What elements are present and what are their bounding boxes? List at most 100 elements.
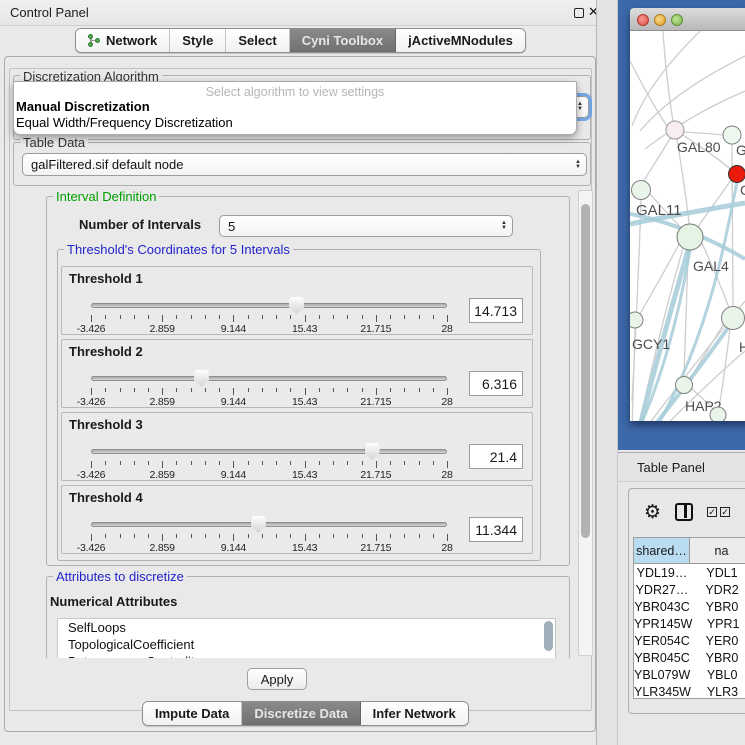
column-header-shared-name[interactable]: shared… [634, 538, 690, 563]
slider-track[interactable] [91, 376, 447, 381]
bottom-tab-bar: Impute Data Discretize Data Infer Networ… [142, 701, 469, 726]
table-row[interactable]: YPR145WYPR1 [634, 615, 745, 632]
table-row[interactable]: YDR27…YDR2 [634, 581, 745, 598]
tab-jactivemnodules[interactable]: jActiveMNodules [396, 29, 525, 52]
list-scrollbar[interactable] [544, 621, 553, 651]
dropdown-item-manual-discretization[interactable]: Manual Discretization [14, 99, 576, 115]
tick-mark [347, 315, 348, 319]
slider-thumb[interactable] [289, 297, 304, 314]
attribute-list-item[interactable]: TopologicalCoefficient [58, 636, 555, 653]
table-row[interactable]: YLR345WYLR3 [634, 683, 745, 699]
tick-mark [276, 315, 277, 319]
checkbox-icon[interactable]: ✓ [707, 507, 717, 517]
network-canvas[interactable]: GAL80GACGAL11GAL4GCY1HHAP2 [630, 31, 745, 421]
slider-thumb[interactable] [251, 516, 266, 533]
tick-mark [219, 534, 220, 538]
cell-shared-name[interactable]: YBL079W [634, 666, 690, 683]
tab-cyni-toolbox[interactable]: Cyni Toolbox [290, 29, 396, 52]
tick-mark [376, 315, 377, 322]
network-node[interactable] [729, 166, 745, 183]
network-edge[interactable] [684, 132, 723, 135]
cell-shared-name[interactable]: YPR145W [634, 615, 692, 632]
minimize-traffic-light-icon[interactable] [654, 14, 666, 26]
gear-icon[interactable]: ⚙ [644, 501, 661, 524]
table-row[interactable]: YDL19…YDL1 [634, 564, 745, 581]
table-row[interactable]: YBR043CYBR0 [634, 598, 745, 615]
close-traffic-light-icon[interactable] [637, 14, 649, 26]
slider-thumb[interactable] [194, 370, 209, 387]
network-edge[interactable] [644, 137, 671, 181]
tick-mark [134, 388, 135, 392]
tab-select[interactable]: Select [226, 29, 289, 52]
cell-name[interactable]: YBR0 [690, 598, 745, 615]
float-window-icon[interactable] [574, 8, 584, 18]
network-node[interactable] [632, 181, 651, 200]
table-row[interactable]: YBR045CYBR0 [634, 649, 745, 666]
column-header-name[interactable]: na [690, 538, 745, 563]
cell-shared-name[interactable]: YLR345W [634, 683, 691, 699]
zoom-traffic-light-icon[interactable] [671, 14, 683, 26]
panel-divider[interactable] [596, 0, 618, 745]
cell-name[interactable]: YPR1 [692, 615, 745, 632]
threshold-value-field[interactable]: 21.4 [469, 444, 523, 469]
checkbox-icon[interactable]: ✓ [720, 507, 730, 517]
tick-label: 15.43 [280, 469, 330, 481]
cell-shared-name[interactable]: YER054C [634, 632, 690, 649]
tick-mark [376, 388, 377, 395]
network-node[interactable] [722, 307, 745, 330]
slider-thumb[interactable] [365, 443, 380, 460]
tick-mark [176, 388, 177, 392]
columns-icon[interactable] [675, 503, 693, 521]
slider-track[interactable] [91, 303, 447, 308]
number-of-intervals-combobox[interactable]: 5 ▲▼ [219, 215, 513, 237]
network-edge[interactable] [640, 56, 745, 131]
network-view-window[interactable]: GAL80GACGAL11GAL4GCY1HHAP2 [630, 8, 745, 421]
cell-shared-name[interactable]: YDR27… [634, 581, 690, 598]
table-row[interactable]: YBL079WYBL0 [634, 666, 745, 683]
network-edge[interactable] [632, 31, 700, 126]
tick-mark [447, 461, 448, 468]
network-node[interactable] [677, 224, 703, 250]
cell-name[interactable]: YLR3 [691, 683, 745, 699]
cell-name[interactable]: YER0 [690, 632, 745, 649]
cell-name[interactable]: YBR0 [690, 649, 745, 666]
network-window-titlebar[interactable] [630, 8, 745, 31]
node-table: shared… na YDL19…YDL1YDR27…YDR2YBR043CYB… [633, 537, 745, 699]
network-node[interactable] [630, 312, 643, 328]
table-row[interactable]: YER054CYER0 [634, 632, 745, 649]
cell-shared-name[interactable]: YDL19… [634, 564, 690, 581]
tab-network[interactable]: Network [76, 29, 170, 52]
settings-vertical-scrollbar[interactable] [578, 190, 593, 656]
tab-impute-data[interactable]: Impute Data [143, 702, 242, 725]
table-data-combobox[interactable]: galFiltered.sif default node ▲▼ [22, 153, 587, 176]
cell-name[interactable]: YBL0 [690, 666, 745, 683]
tick-mark [233, 315, 234, 322]
apply-button[interactable]: Apply [247, 668, 307, 690]
tab-discretize-data[interactable]: Discretize Data [242, 702, 360, 725]
slider-track[interactable] [91, 522, 447, 527]
numerical-attributes-list[interactable]: SelfLoopsTopologicalCoefficientBetweenne… [57, 618, 556, 658]
dropdown-placeholder-item[interactable]: Select algorithm to view settings [14, 82, 576, 99]
tab-style[interactable]: Style [170, 29, 226, 52]
scrollbar-thumb[interactable] [581, 204, 590, 538]
slider-track[interactable] [91, 449, 447, 454]
network-node[interactable] [666, 121, 684, 139]
threshold-value-field[interactable]: 14.713 [469, 298, 523, 323]
cell-name[interactable]: YDR2 [690, 581, 745, 598]
threshold-value-field[interactable]: 11.344 [469, 517, 523, 542]
cell-shared-name[interactable]: YBR043C [634, 598, 690, 615]
cell-name[interactable]: YDL1 [690, 564, 745, 581]
network-node[interactable] [710, 407, 726, 421]
network-edge[interactable] [698, 180, 731, 227]
attribute-list-item[interactable]: SelfLoops [58, 619, 555, 636]
attribute-list-item[interactable]: BetweennessCentrality [58, 653, 555, 658]
cell-shared-name[interactable]: YBR045C [634, 649, 690, 666]
threshold-value-field[interactable]: 6.316 [469, 371, 523, 396]
dropdown-item-equal-width-frequency[interactable]: Equal Width/Frequency Discretization [14, 115, 576, 131]
tick-mark [120, 534, 121, 538]
threshold-label: Threshold 1 [69, 271, 143, 286]
network-node[interactable] [676, 377, 693, 394]
threshold-row: Threshold 3-3.4262.8599.14415.4321.71528… [61, 412, 533, 481]
tick-mark [191, 534, 192, 538]
tab-infer-network[interactable]: Infer Network [361, 702, 468, 725]
